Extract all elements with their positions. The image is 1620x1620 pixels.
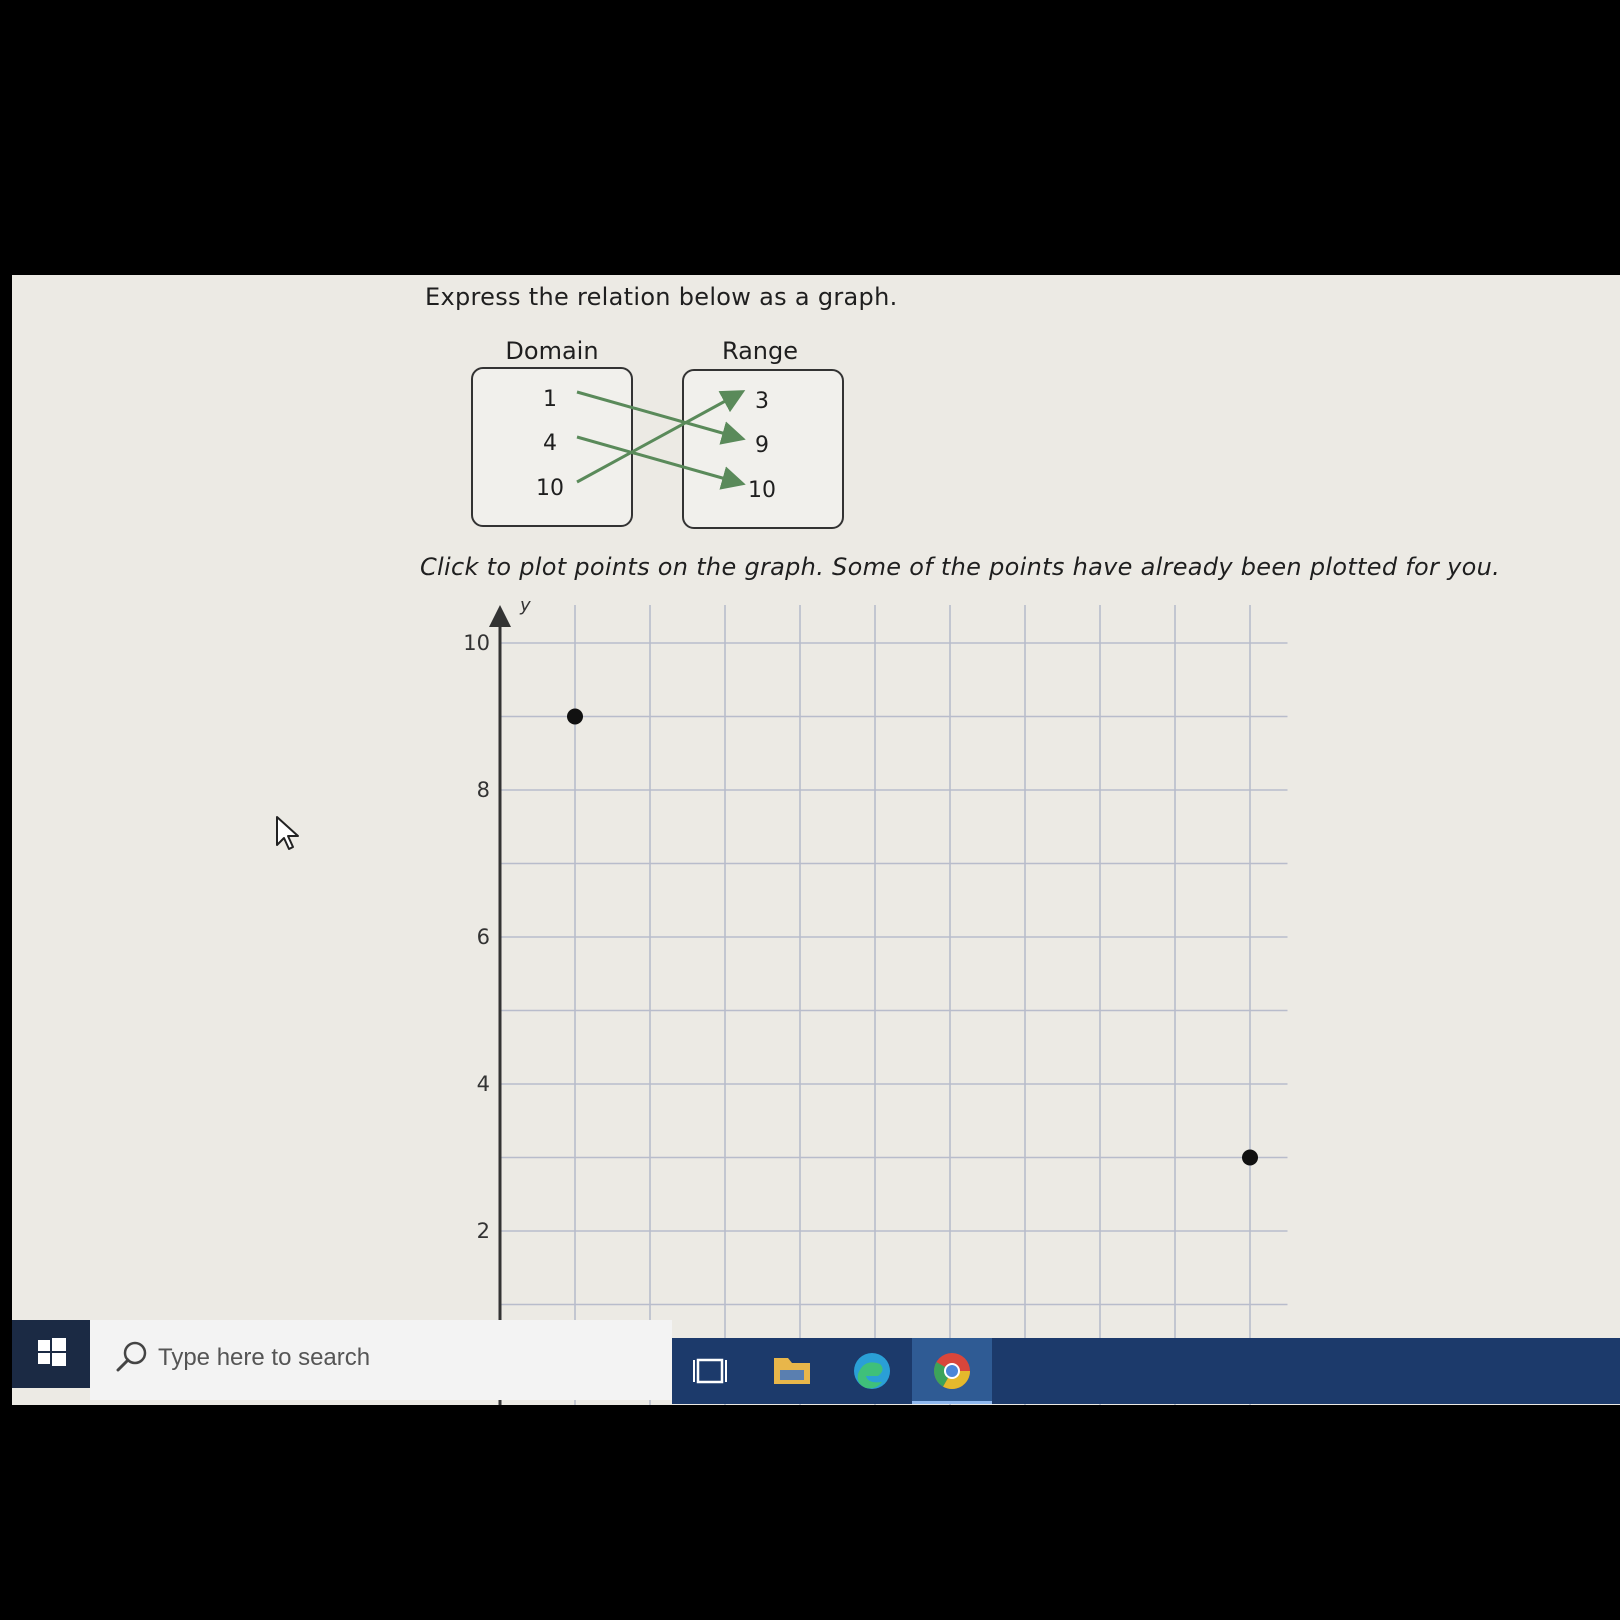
y-axis-arrow-icon xyxy=(489,605,511,627)
chrome-button[interactable] xyxy=(912,1338,992,1404)
chrome-browser-icon xyxy=(933,1353,970,1390)
file-explorer-button[interactable] xyxy=(752,1338,832,1404)
app-screen: Express the relation below as a graph. D… xyxy=(12,275,1620,1405)
mouse-cursor-icon xyxy=(276,816,299,850)
start-button[interactable] xyxy=(12,1320,90,1388)
coordinate-graph[interactable]: y 10 8 6 4 2 xyxy=(12,275,1620,1405)
edge-browser-icon xyxy=(854,1353,890,1389)
y-tick-label: 4 xyxy=(477,1072,490,1096)
task-view-icon xyxy=(693,1358,727,1384)
y-tick-label: 8 xyxy=(477,778,490,802)
y-axis-label: y xyxy=(519,595,531,616)
taskbar-apps xyxy=(672,1338,1620,1404)
y-tick-label: 6 xyxy=(477,925,490,949)
edge-button[interactable] xyxy=(832,1338,912,1404)
search-placeholder: Type here to search xyxy=(158,1344,371,1371)
windows-logo-icon xyxy=(38,1338,66,1366)
plotted-point[interactable] xyxy=(567,708,583,725)
y-tick-label: 2 xyxy=(477,1219,490,1243)
folder-icon xyxy=(774,1358,810,1384)
y-tick-label: 10 xyxy=(463,631,490,655)
task-view-button[interactable] xyxy=(672,1338,752,1404)
plotted-point[interactable] xyxy=(1242,1149,1258,1166)
search-icon xyxy=(116,1341,147,1372)
taskbar-search-box[interactable]: Type here to search xyxy=(90,1320,672,1400)
taskbar: Type here to search xyxy=(12,1320,1620,1404)
